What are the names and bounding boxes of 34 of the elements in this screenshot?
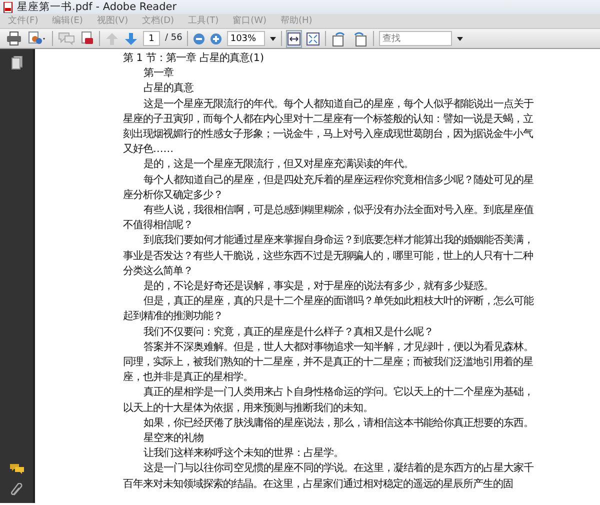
fit-width-icon[interactable] bbox=[287, 30, 302, 46]
section-heading: 第 1 节：第一章 占星的真意(1) bbox=[123, 51, 265, 66]
paragraph: 答案并不深奥难解。但是，世人大都对事物追求一知半解，才见绿叶，便以为看见森林。同理，实际上，被我们熟知的十二星座，并不是真正的十二星座；而被我们泛滥地引用着的星座，也并非是真正的星相学。 bbox=[123, 340, 535, 386]
paperclip-icon[interactable] bbox=[10, 483, 22, 497]
paragraph: 这是一门与以往你司空见惯的星座不同的学说。在这里，凝结着的是东西方的占星大家千百年来对未知领域探索的结晶。在这里，占星家们通过相对稳定的遥远的星辰所产生的固 bbox=[123, 461, 535, 492]
paragraph: 如果，你已经厌倦了肤浅庸俗的星座说法，那么，请相信这本书能给你真正想要的东西。 bbox=[142, 416, 535, 431]
paragraph: 第一章 bbox=[142, 66, 175, 82]
zoom-field[interactable]: 103% bbox=[227, 31, 266, 46]
paragraph: 我们不仅要问：究竟，真正的星座是什么样子？真相又是什么呢？ bbox=[142, 324, 435, 340]
paragraph: 星空来的礼物 bbox=[142, 431, 205, 446]
comments-icon[interactable] bbox=[8, 463, 24, 475]
zoom-in-icon[interactable] bbox=[210, 30, 222, 46]
search-field[interactable]: 查找 bbox=[379, 31, 452, 46]
print-icon[interactable] bbox=[6, 30, 22, 46]
paragraph: 让我们这样来称呼这个未知的世界：占星学。 bbox=[142, 446, 345, 462]
paragraph: 是的，不论是好奇还是误解，事实是，对于星座的说法有多少，就有多少疑惑。 bbox=[142, 279, 495, 294]
paragraph: 真正的星相学是一门人类用来占卜自身性格命运的学问。它以天上的十二个星座为基础，以天上的十大星体为依据，用来预测与推断我们的未知。 bbox=[123, 385, 535, 416]
down-arrow-icon[interactable] bbox=[124, 30, 138, 46]
window-title: 星座第一书.pdf - Adobe Reader bbox=[17, 0, 177, 14]
rotate-left-icon[interactable] bbox=[331, 30, 348, 46]
paragraph: 但是，真正的星座，真的只是十二个星座的面谱吗？单凭如此粗枝大叶的评断，怎么可能起到精准的推测功能？ bbox=[123, 294, 535, 324]
pages-icon[interactable] bbox=[10, 56, 22, 70]
paragraph: 有些人说，我很相信啊，可是总感到糊里糊涂，似乎没有办法全面对号入座。到底星座值不值得相信呢？ bbox=[123, 203, 535, 234]
pdf-file-icon bbox=[3, 2, 13, 12]
page-number-field[interactable]: 1 bbox=[143, 31, 160, 46]
page-count: / 56 bbox=[165, 32, 182, 45]
zoom-out-icon[interactable] bbox=[193, 30, 206, 46]
fit-page-icon[interactable] bbox=[306, 30, 320, 46]
paragraph: 这是一个星座无限流行的年代。每个人都知道自己的星座，每个人似乎都能说出一点关于星座的子丑寅卯，而每个人都在内心里对十二星座有一个标签般的认知：譬如一说是天蝎，立刻出现烟视媚行的性感女子形象；一说金牛，马上对号入座成现世葛朗台，因为据说金牛小气又好色…… bbox=[123, 96, 535, 158]
paragraph: 到底我们要如何才能通过星座来掌握自身命运？到底要怎样才能算出我的婚姻能否美满，事业是否发达？有些人干脆说，这些东西不过是无聊骗人的，哪里可能，世上的人只有十二种分类这么简单？ bbox=[123, 233, 535, 279]
paragraph: 是的，这是一个星座无限流行，但又对星座充满误读的年代。 bbox=[142, 157, 415, 172]
rotate-right-icon[interactable] bbox=[352, 30, 368, 46]
paragraph: 占星的真意 bbox=[142, 81, 195, 96]
paragraph: 每个人都知道自己的星座，但是四处充斥着的星座运程你究竟相信多少呢？随处可见的星座分析你又确定多少？ bbox=[123, 172, 535, 203]
